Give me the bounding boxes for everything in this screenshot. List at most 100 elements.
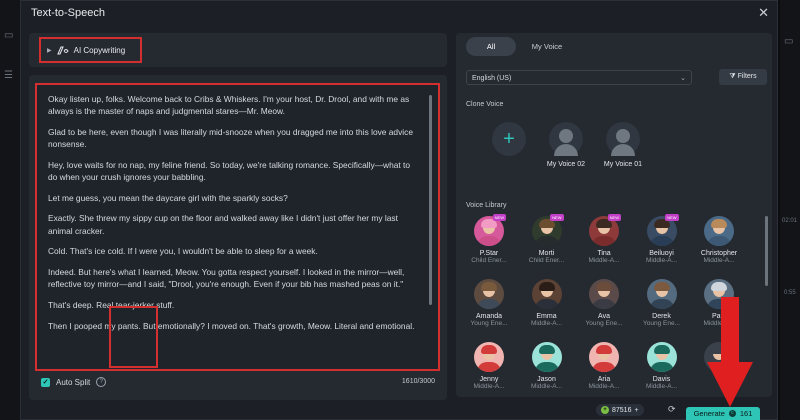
list-icon: ☰ (4, 70, 13, 81)
voice-card[interactable]: Christopher Middle-A... (694, 216, 744, 264)
voice-card[interactable]: Amanda Young Ene... (464, 279, 514, 327)
generate-cost: 161 (739, 409, 753, 418)
auto-split-label: Auto Split (56, 377, 91, 387)
dialog-title: Text-to-Speech (31, 7, 105, 19)
caret-right-icon: ▶ (47, 47, 52, 54)
voice-description: Child Ener... (471, 257, 507, 264)
voice-name: Davis (652, 376, 671, 383)
add-icon: + (634, 406, 639, 414)
voice-avatar (589, 342, 619, 372)
script-textarea[interactable]: Okay listen up, folks. Welcome back to C… (35, 83, 440, 371)
script-text: Okay listen up, folks. Welcome back to C… (37, 85, 438, 349)
voice-card[interactable]: Emma Middle-A... (522, 279, 572, 327)
text-to-speech-dialog: Text-to-Speech ✕ ▶ AI Copywriting Okay l… (20, 0, 778, 420)
voice-name: Emma (536, 313, 557, 320)
new-badge: NEW (550, 214, 564, 221)
voice-card[interactable]: NEW Beiluoyi Middle-A... (637, 214, 687, 264)
voice-card[interactable]: Derek Young Ene... (637, 279, 687, 327)
character-count: 1610/3000 (401, 378, 435, 385)
voice-avatar (646, 279, 677, 309)
scrollbar[interactable] (429, 95, 432, 305)
voice-library-label: Voice Library (466, 202, 507, 209)
clone-voice-name: My Voice 02 (546, 161, 586, 168)
info-icon[interactable]: ? (96, 377, 107, 387)
voice-tabs: All My Voice (466, 37, 572, 56)
chevron-down-icon: ⌄ (680, 75, 686, 82)
voice-description: Middle-A... (588, 257, 620, 264)
script-paragraph: Exactly. She threw my sippy cup on the f… (48, 213, 398, 236)
language-select[interactable]: English (US) ⌄ (466, 70, 692, 85)
clone-voice-item[interactable]: My Voice 02 (535, 122, 597, 168)
voice-description: Middle-A... (530, 383, 563, 390)
voice-card[interactable]: Ava Young Ene... (579, 279, 629, 327)
add-clone-voice-button[interactable]: + (478, 122, 540, 156)
timestamp-2: 0:55 (784, 290, 796, 296)
new-badge: NEW (492, 214, 506, 221)
generate-button[interactable]: Generate c 161 (686, 407, 760, 420)
voice-card[interactable]: Aria Middle-A... (579, 342, 629, 390)
script-paragraph: That's deep. Real tear-jerker stuff. (48, 299, 175, 310)
clone-voice-label: Clone Voice (466, 101, 504, 108)
script-paragraph: Hey, love waits for no nap, my feline fr… (48, 159, 411, 182)
voice-description: Middle-A... (530, 320, 563, 327)
close-icon[interactable]: ✕ (758, 5, 769, 21)
tab-my-voice[interactable]: My Voice (522, 37, 572, 56)
voice-name: Christopher (700, 250, 738, 257)
tab-all[interactable]: All (466, 37, 516, 56)
auto-split-checkbox[interactable]: ✓ (41, 377, 50, 387)
generate-label: Generate (693, 409, 725, 418)
voice-card[interactable]: NEW Tina Middle-A... (579, 214, 629, 264)
voice-description: Young Ene... (585, 320, 623, 327)
script-paragraph: Indeed. But here's what I learned, Meow.… (48, 267, 405, 290)
voice-card[interactable]: NEW Morti Child Ener... (522, 214, 572, 264)
voice-description: Middle-A... (473, 383, 505, 390)
background-app-right: ▭ 02:01 0:55 (780, 0, 800, 420)
voice-name: Amanda (475, 313, 503, 320)
user-silhouette-icon (549, 122, 583, 156)
scrollbar[interactable] (765, 216, 768, 286)
voice-name: Jenny (479, 376, 499, 383)
voice-description: Middle-A... (703, 257, 735, 264)
ai-copywriting-label: AI Copywriting (73, 45, 126, 55)
voice-avatar (646, 342, 677, 372)
screen-icon: ▭ (784, 36, 794, 47)
voice-card[interactable]: Davis Middle-A... (637, 342, 687, 390)
voice-name: Morti (538, 250, 555, 257)
script-paragraph: Glad to be here, even though I was liter… (48, 126, 413, 149)
voice-description: Child Ener... (528, 257, 565, 264)
timestamp-1: 02:01 (782, 218, 798, 224)
voice-avatar (474, 342, 504, 372)
filters-label: Filters (737, 73, 757, 80)
selected-voice-highlight (109, 306, 158, 368)
voice-name: Ava (598, 313, 610, 320)
filter-icon: ⧩ (729, 73, 736, 80)
voice-card[interactable]: NEW P.Star Child Ener... (464, 214, 514, 264)
clone-voice-item[interactable]: My Voice 01 (592, 122, 654, 168)
background-app-left: ▭ ☰ (0, 0, 20, 420)
plus-icon: + (503, 128, 515, 150)
voice-name: Derek (652, 313, 671, 320)
auto-split: ✓ Auto Split ? (41, 377, 107, 387)
voice-description: Young Ene... (643, 320, 680, 327)
voice-description: Middle-A... (588, 383, 620, 390)
script-paragraph: Cold. That's ice cold. If I were you, I … (48, 246, 318, 257)
voice-name: Aria (597, 376, 611, 383)
new-badge: NEW (665, 214, 679, 221)
voice-card[interactable]: Jenny Middle-A... (464, 342, 514, 390)
language-value: English (US) (472, 75, 512, 82)
voice-name: P.Star (479, 250, 499, 257)
ai-copywriting-panel: ▶ AI Copywriting (29, 33, 447, 67)
voice-card[interactable]: Jason Middle-A... (522, 342, 572, 390)
voice-name: Jason (537, 376, 556, 383)
voice-avatar (474, 279, 504, 309)
ai-copywriting-button[interactable]: ▶ AI Copywriting (39, 37, 142, 63)
filters-button[interactable]: ⧩ Filters (719, 69, 767, 85)
title-bar: Text-to-Speech ✕ (21, 1, 777, 25)
refresh-icon[interactable]: ⟳ (668, 404, 676, 415)
coin-icon: + (601, 406, 609, 414)
credits-badge[interactable]: + 87516 + (596, 404, 644, 416)
folder-icon: ▭ (4, 30, 14, 41)
clone-voice-name: My Voice 01 (603, 161, 643, 168)
voice-description: Young Ene... (470, 320, 508, 327)
credits-value: 87516 (612, 406, 632, 414)
